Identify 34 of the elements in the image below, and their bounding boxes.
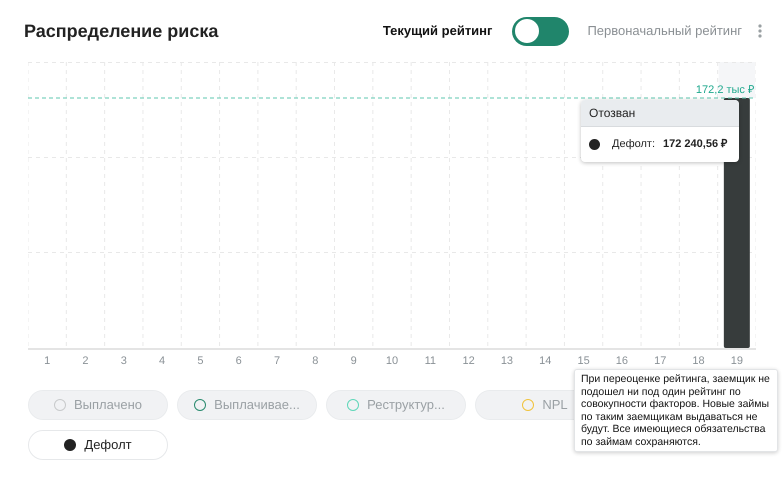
axis-label: 12 xyxy=(462,355,475,367)
axis-label: 10 xyxy=(386,355,398,367)
legend-chip[interactable]: Дефолт xyxy=(28,430,168,460)
axis-label: 17 xyxy=(654,355,666,367)
legend-chip[interactable]: Выплачено xyxy=(28,390,168,420)
legend-chip[interactable]: Выплачивае... xyxy=(177,390,317,420)
axis-label: 15 xyxy=(577,355,590,367)
axis-label: 3 xyxy=(120,355,127,367)
series-label: Дефолт: xyxy=(612,137,656,152)
series-value: 172 240,56 ₽ xyxy=(663,137,728,152)
toggle-knob[interactable] xyxy=(514,18,540,44)
axis-label: 7 xyxy=(274,355,280,367)
hint-tooltip: При переоценке рейтинга, заемщик не подошел ни под один рейтинг по совокупности факторов. Новые займы по таким заемщикам выдаваться не будут. Все имеющиеся обязательства по займам сохраняются. xyxy=(574,369,778,452)
axis-label: 4 xyxy=(159,355,166,367)
axis-label: 2 xyxy=(82,355,89,367)
axis-label: 1 xyxy=(44,355,50,367)
axis-label: 6 xyxy=(236,355,242,367)
rating-option[interactable]: Первоначальный рейтинг xyxy=(587,21,742,41)
reference-label: 172,2 тыс ₽ xyxy=(696,84,754,96)
chart-title: Распределение риска xyxy=(24,20,220,43)
tooltip-header: Отозван xyxy=(581,100,739,127)
axis-label: 9 xyxy=(350,355,357,367)
axis-label: 14 xyxy=(539,355,552,367)
more-icon[interactable] xyxy=(758,24,762,38)
axis-label: 18 xyxy=(692,355,705,367)
axis-label: 5 xyxy=(197,355,204,367)
axis-label: 13 xyxy=(500,355,514,367)
rating-option[interactable]: Текущий рейтинг xyxy=(382,21,492,41)
legend-chip[interactable]: Реструктур... xyxy=(326,390,466,420)
toggle-switch[interactable] xyxy=(512,16,570,46)
axis-label: 16 xyxy=(616,355,628,367)
axis-label: 8 xyxy=(312,355,318,367)
axis-label: 11 xyxy=(424,355,436,367)
axis-label: 19 xyxy=(730,355,743,367)
